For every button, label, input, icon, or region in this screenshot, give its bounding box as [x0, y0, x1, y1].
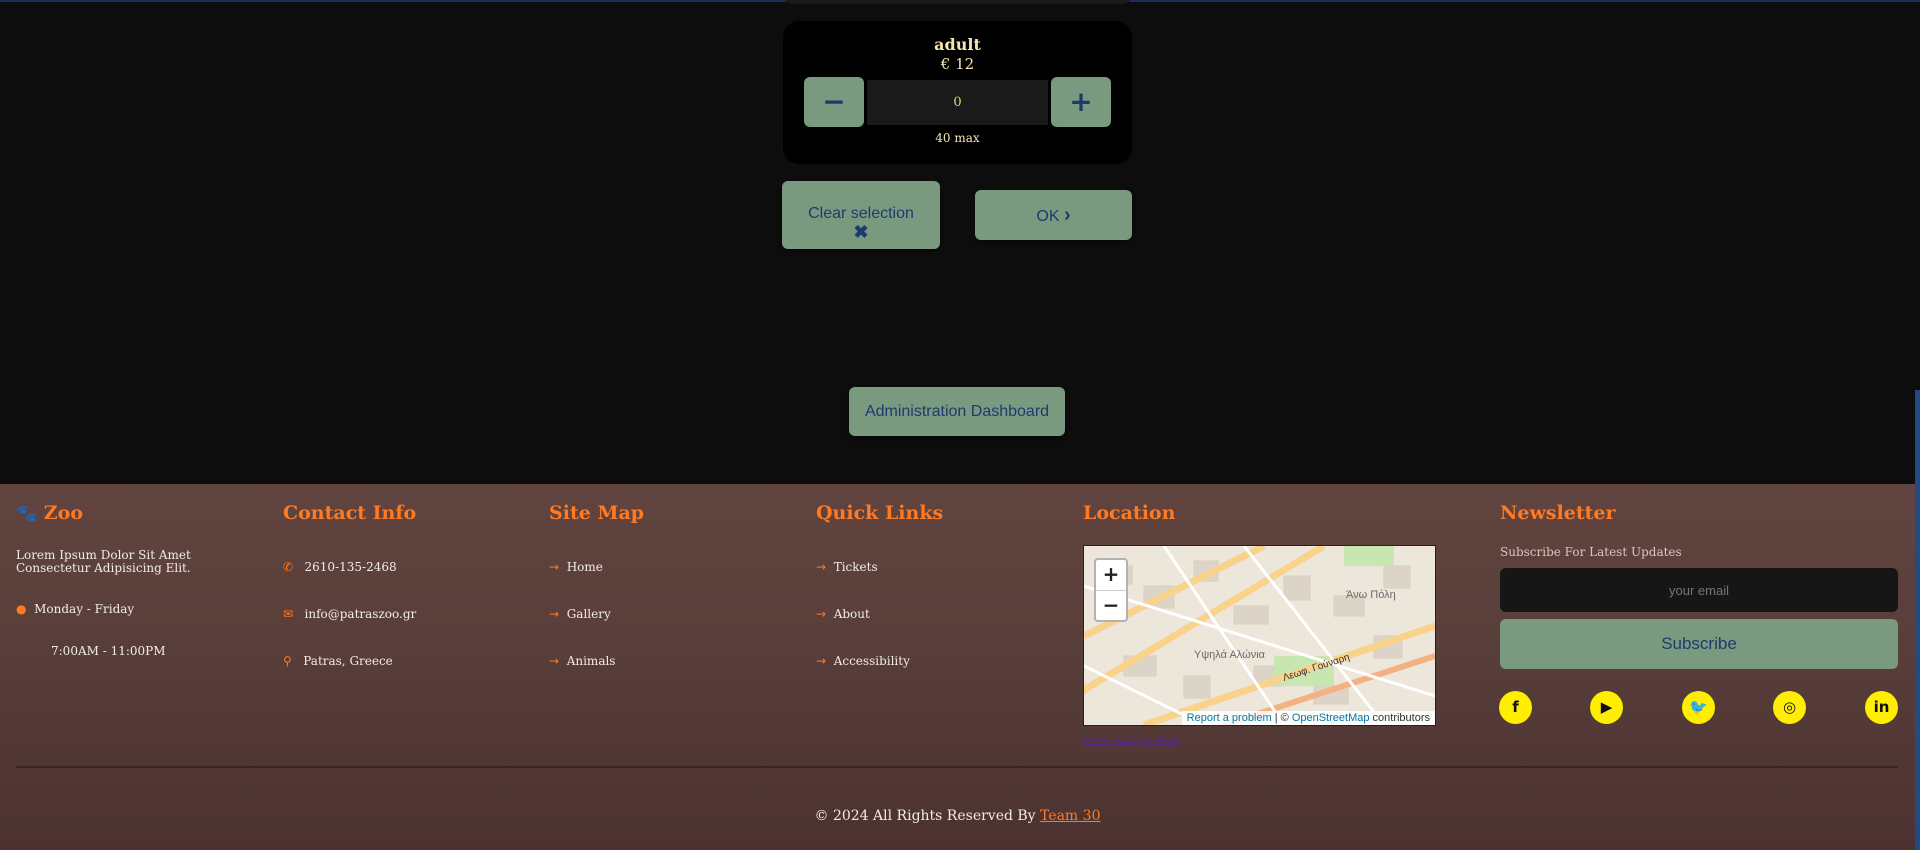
sitemap-title: Site Map [549, 502, 645, 524]
clear-selection-label: Clear selection [808, 205, 914, 222]
ticket-price: € 12 [940, 55, 975, 73]
paw-icon: 🐾 [16, 504, 38, 524]
map-tiles: Άνω Πόλη Υψηλά Αλώνια Λεωφ. Γούναρη [1084, 546, 1435, 725]
ticket-type: adult [934, 35, 981, 54]
copyright: © 2024 All Rights Reserved By Team 30 [0, 808, 1915, 824]
ok-button[interactable]: OK › [975, 190, 1132, 240]
copyright-text: © 2024 All Rights Reserved By [814, 808, 1041, 824]
contact-title: Contact Info [283, 502, 417, 524]
arrow-right-icon: → [816, 607, 827, 621]
previous-ticket-card-edge [783, 0, 1132, 4]
view-larger-map-link[interactable]: View Larger Map [1083, 733, 1180, 746]
instagram-icon[interactable]: ◎ [1773, 691, 1806, 724]
map-label-ano-poli: Άνω Πόλη [1346, 589, 1396, 601]
brand-title: Zoo [43, 502, 84, 524]
map-attribution: Report a problem | © OpenStreetMap contr… [1181, 711, 1435, 725]
minus-icon: − [822, 85, 846, 118]
newsletter-title: Newsletter [1500, 502, 1616, 524]
sitemap-link-gallery[interactable]: → Gallery [549, 608, 611, 621]
increase-quantity-button[interactable]: + [1051, 77, 1111, 127]
close-icon: ✖ [853, 222, 869, 242]
arrow-right-icon: → [816, 654, 827, 668]
report-problem-link[interactable]: Report a problem [1187, 712, 1272, 724]
quicklink-accessibility[interactable]: → Accessibility [816, 655, 910, 668]
contact-address: ⚲ Patras, Greece [283, 655, 393, 668]
scrollbar-thumb[interactable] [1915, 390, 1920, 850]
ticket-card-adult: adult € 12 − + 40 max [783, 21, 1132, 164]
linkedin-icon[interactable]: in [1865, 691, 1898, 724]
phone-icon: ✆ [283, 560, 294, 574]
map-zoom-control: + − [1094, 558, 1128, 622]
opening-days-text: Monday - Friday [34, 602, 135, 616]
phone-text: 2610-135-2468 [304, 560, 397, 574]
zoom-out-button[interactable]: − [1096, 591, 1126, 621]
sitemap-label: Animals [566, 654, 616, 668]
address-text: Patras, Greece [303, 654, 393, 668]
arrow-right-icon: → [549, 654, 560, 668]
quicklink-label: Accessibility [833, 654, 910, 668]
zoom-in-button[interactable]: + [1096, 560, 1126, 591]
newsletter-subtitle: Subscribe For Latest Updates [1500, 545, 1682, 559]
clock-icon: ● [16, 602, 27, 616]
administration-dashboard-button[interactable]: Administration Dashboard [849, 387, 1065, 436]
contact-phone: ✆ 2610-135-2468 [283, 561, 397, 574]
decrease-quantity-button[interactable]: − [804, 77, 864, 127]
quicklink-about[interactable]: → About [816, 608, 870, 621]
envelope-icon: ✉ [283, 607, 294, 621]
opening-days: ● Monday - Friday [16, 603, 134, 616]
quantity-input[interactable] [867, 80, 1048, 125]
quicklinks-title: Quick Links [816, 502, 944, 524]
sitemap-link-home[interactable]: → Home [549, 561, 603, 574]
team-link[interactable]: Team 30 [1040, 808, 1100, 824]
facebook-icon[interactable]: f [1499, 691, 1532, 724]
arrow-right-icon: → [816, 560, 827, 574]
arrow-right-icon: → [549, 607, 560, 621]
openstreetmap-link[interactable]: OpenStreetMap [1292, 712, 1370, 724]
sitemap-link-animals[interactable]: → Animals [549, 655, 615, 668]
map-pin-icon: ⚲ [283, 654, 292, 668]
quicklink-label: About [833, 607, 870, 621]
plus-icon: + [1069, 85, 1093, 118]
attribution-separator: | © [1271, 712, 1292, 724]
contact-email[interactable]: ✉ info@patraszoo.gr [283, 608, 416, 621]
sitemap-label: Home [566, 560, 603, 574]
location-map[interactable]: Άνω Πόλη Υψηλά Αλώνια Λεωφ. Γούναρη + − … [1083, 545, 1436, 726]
newsletter-email-input[interactable] [1500, 568, 1898, 612]
youtube-icon[interactable]: ▶ [1590, 691, 1623, 724]
clear-selection-button[interactable]: Clear selection ✖ [782, 181, 940, 249]
quicklink-label: Tickets [833, 560, 878, 574]
email-text: info@patraszoo.gr [304, 607, 417, 621]
footer-divider [16, 766, 1898, 768]
chevron-right-icon: › [1063, 204, 1071, 226]
footer-brand: 🐾 Zoo [16, 502, 83, 524]
attribution-contributors: contributors [1369, 712, 1430, 724]
sitemap-label: Gallery [566, 607, 611, 621]
location-title: Location [1083, 502, 1176, 524]
arrow-right-icon: → [549, 560, 560, 574]
opening-hours: 7:00AM - 11:00PM [51, 644, 166, 658]
twitter-icon[interactable]: 🐦 [1682, 691, 1715, 724]
subscribe-button[interactable]: Subscribe [1500, 619, 1898, 669]
map-label-ypsila-alonia: Υψηλά Αλώνια [1194, 649, 1266, 661]
max-quantity-label: 40 max [935, 131, 980, 145]
footer: 🐾 Zoo Lorem Ipsum Dolor Sit Amet Consect… [0, 484, 1915, 850]
ok-label: OK [1036, 208, 1060, 225]
quicklink-tickets[interactable]: → Tickets [816, 561, 878, 574]
brand-description: Lorem Ipsum Dolor Sit Amet Consectetur A… [16, 548, 191, 575]
